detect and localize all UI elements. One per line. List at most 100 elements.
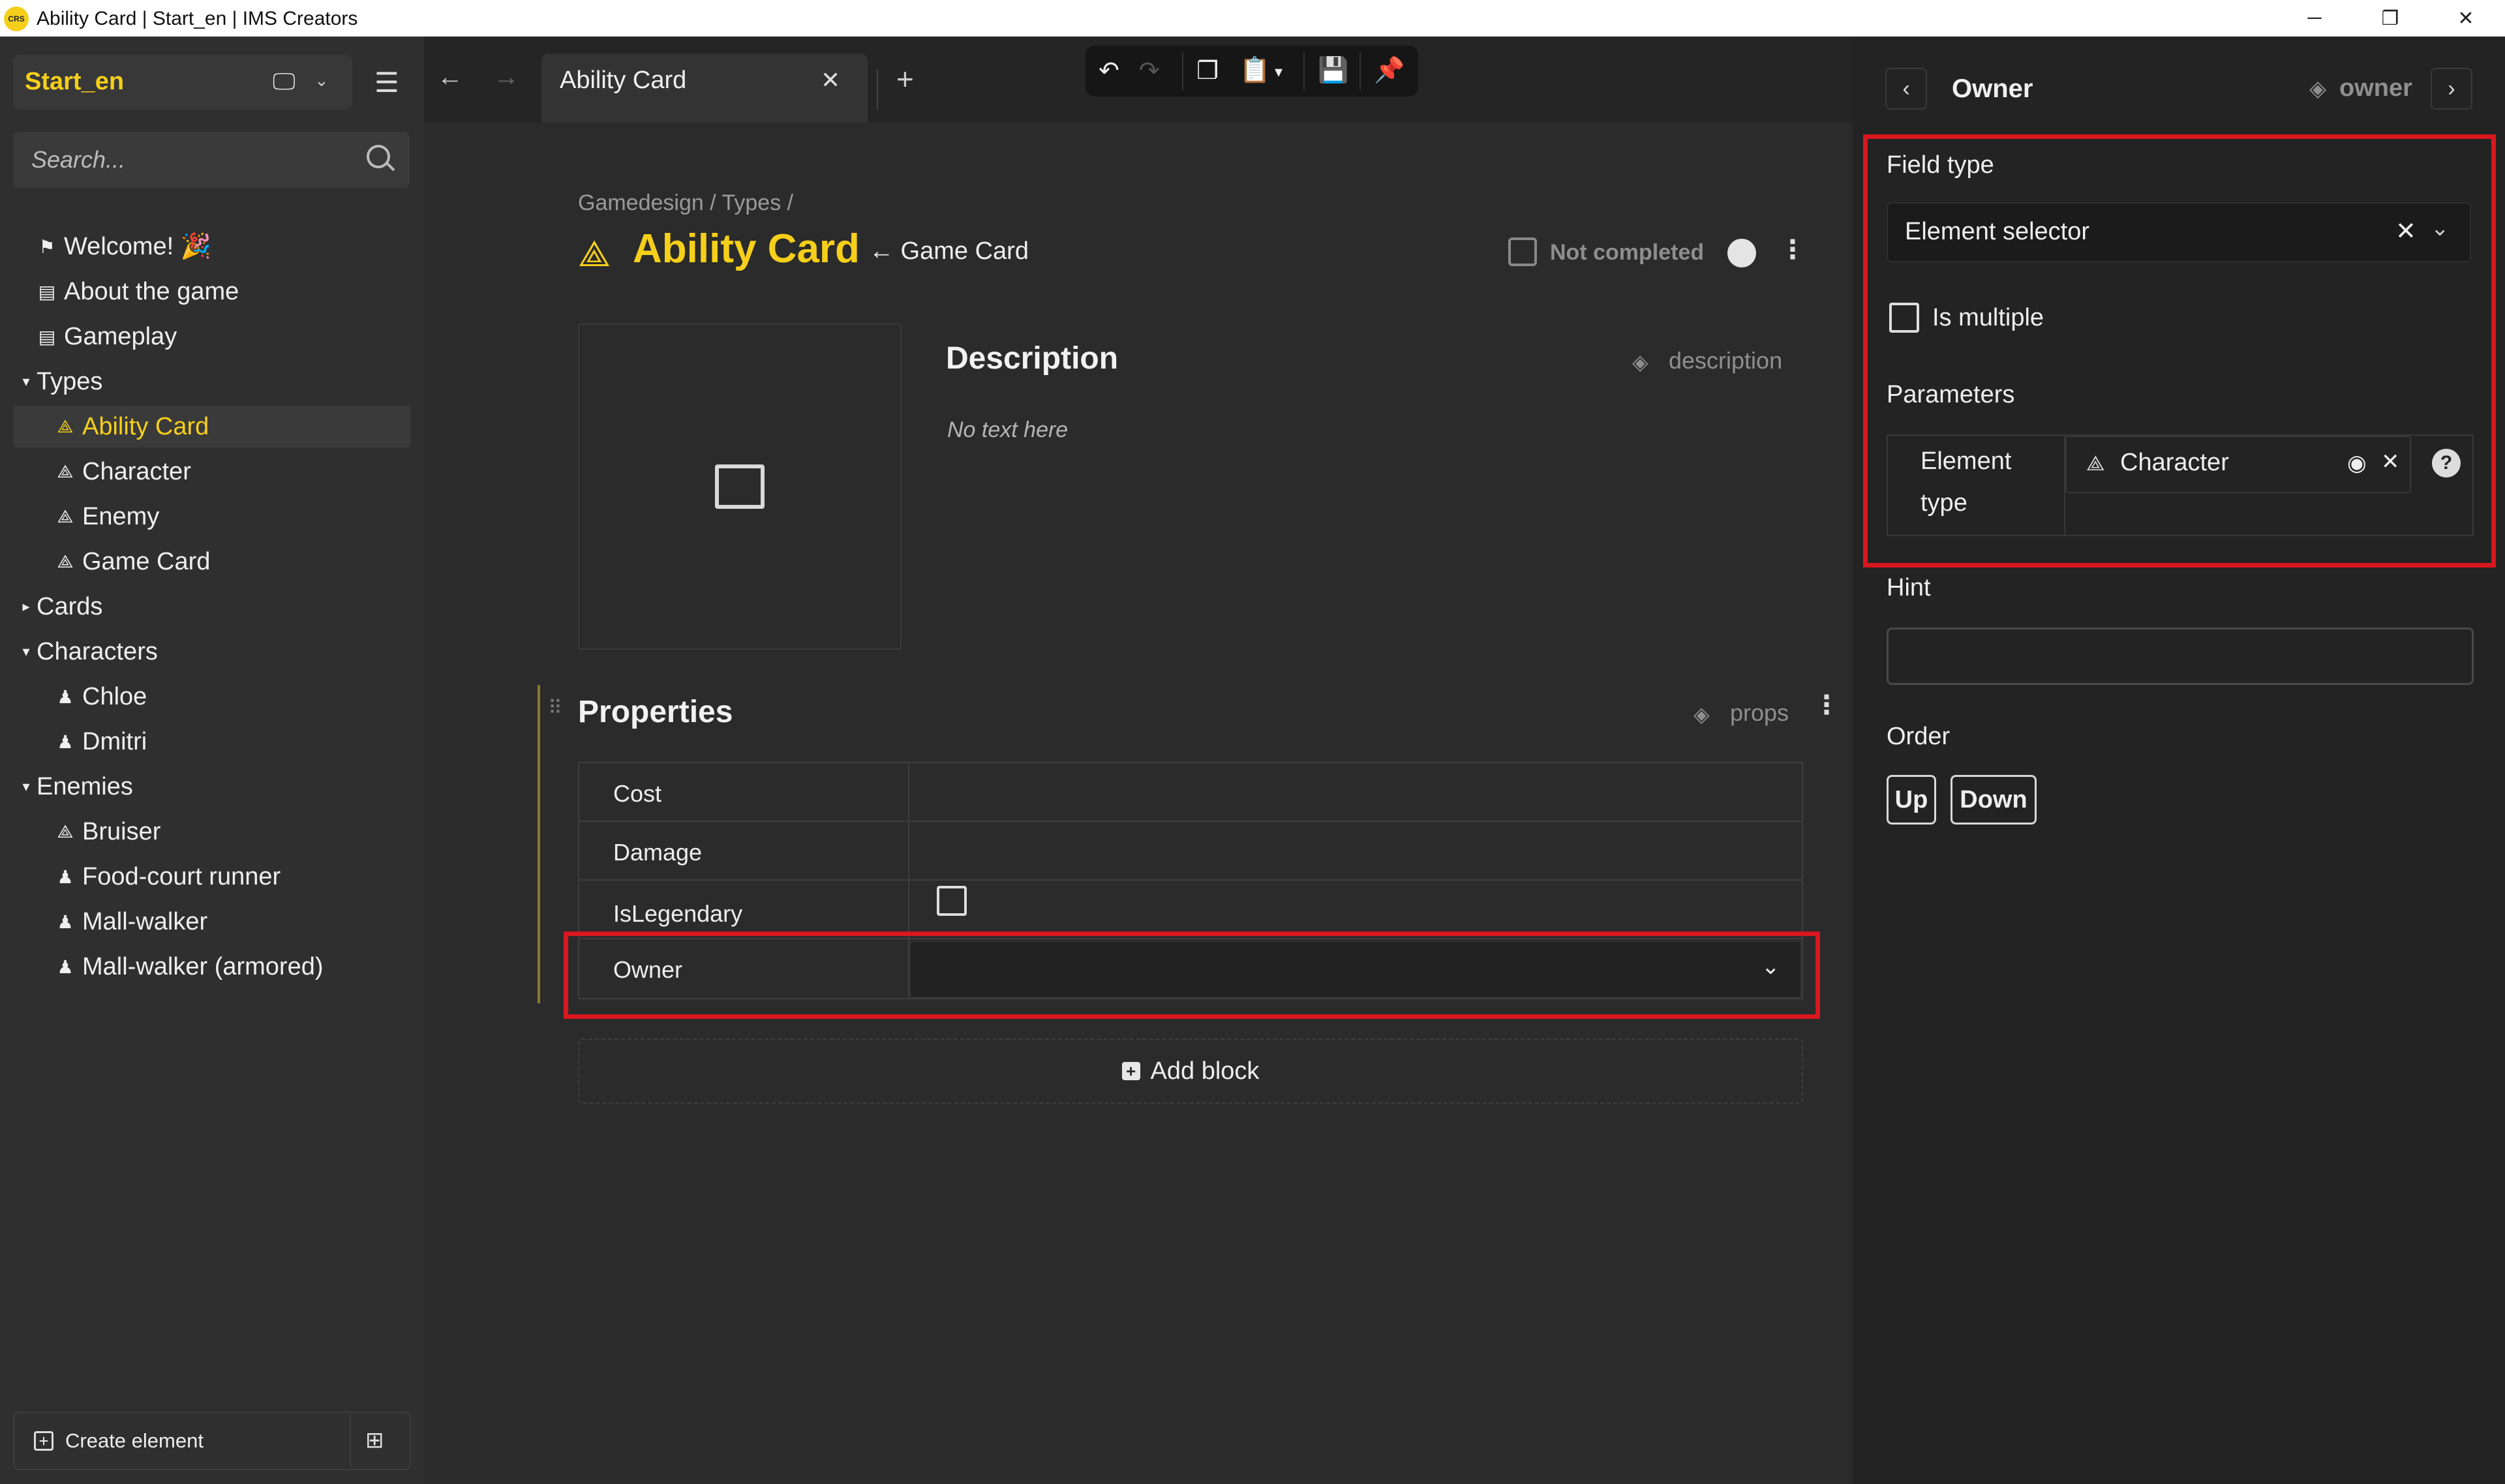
sidebar-item[interactable]: ⟁ Character (13, 451, 411, 492)
properties-tag[interactable]: props (1730, 699, 1789, 727)
hint-input[interactable] (1887, 628, 2474, 685)
sidebar-item[interactable]: ♟ Mall-walker (armored) (13, 946, 411, 988)
panel-title: Owner (1952, 74, 2033, 103)
eye-icon[interactable]: ◉ (2347, 450, 2367, 476)
pin-icon[interactable]: 📌 (1374, 56, 1404, 85)
field-settings-panel: ‹ Owner ◈ owner › Field type Element sel… (1853, 37, 2505, 1484)
sidebar-item[interactable]: ⟁ Bruiser (13, 811, 411, 853)
caret-right-icon[interactable]: ▸ (18, 598, 34, 615)
sidebar-item-label: Mall-walker (armored) (82, 952, 324, 980)
sidebar-item[interactable]: ▾ Types (13, 361, 411, 402)
chevron-down-icon[interactable]: ⌄ (1761, 954, 1780, 980)
shapes-icon: ⟁ (57, 821, 74, 841)
parameters-label: Parameters (1887, 381, 2015, 408)
shapes-icon: ⟁ (578, 233, 611, 274)
sidebar-item[interactable]: ⟁ Ability Card (13, 406, 411, 447)
globe-icon[interactable] (1727, 239, 1756, 267)
chevron-down-icon[interactable]: ⌄ (314, 70, 329, 91)
move-down-button[interactable]: Down (1951, 775, 2037, 825)
param-name: Element (1920, 447, 2012, 475)
monitor-icon[interactable]: 🖵 (273, 68, 296, 96)
is-multiple-checkbox[interactable] (1889, 303, 1919, 333)
save-icon[interactable]: 💾 (1318, 56, 1348, 85)
drag-handle-icon[interactable]: ⠿ (548, 697, 562, 719)
avatar-icon: ♟ (57, 686, 74, 707)
damage-input[interactable] (909, 822, 1803, 879)
sidebar-item-label: Bruiser (82, 817, 161, 845)
page-title: Ability Card (633, 226, 860, 271)
clear-icon[interactable]: ✕ (2395, 217, 2416, 246)
back-arrow-icon[interactable]: ← (437, 63, 463, 92)
sidebar-item[interactable]: ▤ Gameplay (13, 316, 411, 357)
image-icon (715, 464, 765, 509)
paste-options-chevron-icon[interactable]: ▾ (1275, 63, 1283, 82)
chevron-down-icon[interactable]: ⌄ (2431, 215, 2450, 241)
tab-label: Ability Card (560, 67, 687, 94)
caret-down-icon[interactable]: ▾ (18, 643, 34, 660)
maximize-button[interactable]: ❐ (2352, 0, 2428, 37)
sidebar-item[interactable]: ▸ Cards (13, 586, 411, 628)
close-window-button[interactable]: ✕ (2428, 0, 2504, 37)
editor-toolbar: ↶ ↷ ❐ 📋 ▾ 💾 📌 (1086, 46, 1418, 97)
shapes-icon: ⟁ (57, 461, 74, 481)
search-icon[interactable] (367, 145, 390, 168)
sidebar-item-label: Enemies (37, 772, 133, 800)
caret-down-icon[interactable]: ▾ (18, 778, 34, 795)
sidebar-item[interactable]: ⚑ Welcome! 🎉 (13, 226, 411, 267)
sidebar-item[interactable]: ♟ Food-court runner (13, 856, 411, 898)
islegendary-checkbox[interactable] (937, 886, 967, 916)
properties-more-icon[interactable]: ⋮ (1814, 690, 1840, 720)
parameters-table: Element type ⟁ Character ◉ ✕ ? (1887, 434, 2474, 536)
breadcrumb[interactable]: Gamedesign / Types / (578, 190, 793, 216)
search-input[interactable] (13, 132, 410, 188)
add-block-button[interactable]: + Add block (578, 1038, 1803, 1104)
property-name: IsLegendary (613, 900, 743, 927)
tag-icon: ◈ (1693, 703, 1710, 726)
sidebar: Start_en 🖵 ⌄ ☰ ⚑ Welcome! 🎉 ▤ About the gam… (0, 37, 424, 1484)
sidebar-item[interactable]: ⟁ Game Card (13, 541, 411, 583)
sidebar-item[interactable]: ♟ Mall-walker (13, 901, 411, 943)
hamburger-menu-icon[interactable]: ☰ (374, 67, 399, 98)
move-up-button[interactable]: Up (1887, 775, 1936, 825)
field-tag[interactable]: owner (2339, 74, 2412, 102)
sidebar-item[interactable]: ⟁ Enemy (13, 496, 411, 538)
sidebar-item[interactable]: ▤ About the game (13, 271, 411, 312)
caret-down-icon[interactable]: ▾ (18, 373, 34, 390)
previous-field-button[interactable]: ‹ (1885, 68, 1927, 110)
table-row: Owner ⌄ (579, 939, 1803, 998)
forward-arrow-icon[interactable]: → (493, 63, 519, 92)
sidebar-item[interactable]: ♟ Chloe (13, 676, 411, 718)
help-icon[interactable]: ? (2432, 449, 2461, 477)
document-icon: ▤ (38, 326, 56, 347)
property-name: Owner (613, 956, 683, 983)
owner-select[interactable] (909, 941, 1802, 998)
sidebar-item-label: About the game (64, 277, 239, 305)
copy-icon[interactable]: ❐ (1196, 56, 1219, 85)
paste-icon[interactable]: 📋 (1239, 56, 1270, 85)
tag-icon: ◈ (2309, 76, 2327, 101)
sidebar-item-label: Dmitri (82, 727, 147, 755)
redo-icon[interactable]: ↷ (1139, 56, 1160, 85)
sidebar-item[interactable]: ▾ Enemies (13, 766, 411, 808)
folder-add-icon[interactable]: ⊞ (365, 1427, 384, 1453)
minimize-button[interactable]: ─ (2277, 0, 2352, 37)
description-tag[interactable]: description (1669, 347, 1782, 374)
sidebar-item[interactable]: ♟ Dmitri (13, 721, 411, 763)
more-options-icon[interactable]: ⋮ (1780, 235, 1806, 265)
remove-icon[interactable]: ✕ (2381, 449, 2400, 475)
undo-icon[interactable]: ↶ (1099, 56, 1119, 85)
create-element-button[interactable]: + Create element (14, 1413, 351, 1469)
sidebar-item-label: Cards (37, 592, 103, 620)
cost-input[interactable] (909, 763, 1803, 821)
add-tab-icon[interactable]: + (896, 61, 914, 97)
next-field-button[interactable]: › (2431, 68, 2472, 110)
sidebar-item-label: Characters (37, 637, 158, 665)
status-label: Not completed (1550, 240, 1705, 265)
sidebar-item-label: Types (37, 367, 103, 395)
sidebar-item[interactable]: ▾ Characters (13, 631, 411, 673)
description-text[interactable]: No text here (947, 417, 1068, 443)
parent-type-link[interactable]: ← Game Card (869, 237, 1029, 265)
add-block-label: Add block (1150, 1057, 1260, 1085)
completed-checkbox[interactable] (1508, 237, 1537, 266)
close-tab-icon[interactable]: ✕ (821, 67, 840, 94)
